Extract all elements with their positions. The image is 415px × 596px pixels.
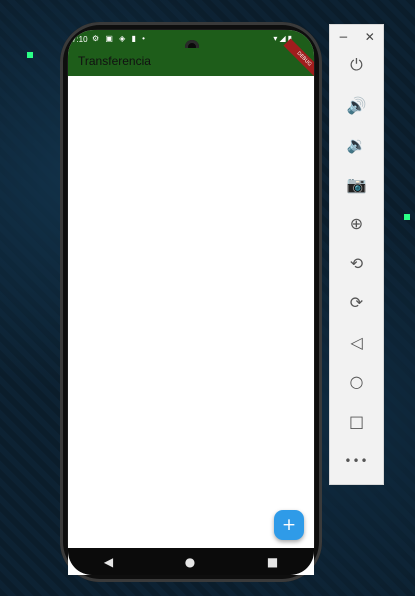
volume-down-button[interactable]: 🔉 bbox=[330, 130, 383, 158]
rotate-right-button[interactable]: ⟳ bbox=[330, 288, 383, 316]
status-icons-left: ⚙ ▣ ◈ ▮ • bbox=[92, 34, 147, 43]
more-icon: ••• bbox=[344, 454, 369, 468]
overview-icon: □ bbox=[348, 411, 365, 431]
android-nav-bar: ◀ ● ■ bbox=[68, 548, 314, 575]
close-button[interactable]: ✕ bbox=[365, 30, 375, 44]
power-button[interactable]: ⏻ bbox=[330, 51, 383, 79]
back-icon: ◁ bbox=[350, 332, 363, 352]
volume-up-button[interactable]: 🔊 bbox=[330, 91, 383, 119]
emulator-toolbar: − ✕ ⏻ 🔊 🔉 📷 ⊕ ⟲ ⟳ ◁ ○ □ ••• bbox=[329, 24, 384, 485]
zoom-button[interactable]: ⊕ bbox=[330, 209, 383, 237]
volume-down-icon: 🔉 bbox=[346, 134, 367, 154]
content-area bbox=[68, 76, 314, 549]
volume-up-icon: 🔊 bbox=[346, 95, 367, 115]
rotate-left-button[interactable]: ⟲ bbox=[330, 249, 383, 277]
more-button[interactable]: ••• bbox=[330, 447, 383, 475]
screenshot-button[interactable]: 📷 bbox=[330, 170, 383, 198]
app-bar: Transferencia DEBUG bbox=[68, 38, 314, 80]
zoom-icon: ⊕ bbox=[349, 213, 364, 233]
back-button[interactable]: ◁ bbox=[330, 328, 383, 356]
add-button[interactable]: + bbox=[274, 510, 304, 540]
home-button[interactable]: ○ bbox=[330, 367, 383, 395]
rotate-left-icon: ⟲ bbox=[349, 253, 364, 273]
status-time: 7:10 bbox=[72, 35, 88, 44]
nav-recents-button[interactable]: ■ bbox=[267, 555, 278, 569]
home-icon: ○ bbox=[349, 371, 364, 391]
plus-icon: + bbox=[281, 515, 297, 535]
power-icon: ⏻ bbox=[350, 55, 363, 74]
minimize-button[interactable]: − bbox=[338, 30, 348, 44]
nav-back-button[interactable]: ◀ bbox=[104, 555, 113, 569]
rotate-right-icon: ⟳ bbox=[349, 292, 364, 312]
camera-icon: 📷 bbox=[346, 174, 367, 194]
window-controls: − ✕ bbox=[330, 25, 383, 49]
background-dot bbox=[404, 214, 410, 220]
background-dot bbox=[27, 52, 33, 58]
nav-home-button[interactable]: ● bbox=[185, 555, 195, 569]
app-screen: 7:10 ⚙ ▣ ◈ ▮ • ▾◢▮ Transferencia DEBUG + bbox=[68, 30, 314, 575]
page-title: Transferencia bbox=[78, 54, 151, 68]
overview-button[interactable]: □ bbox=[330, 407, 383, 435]
